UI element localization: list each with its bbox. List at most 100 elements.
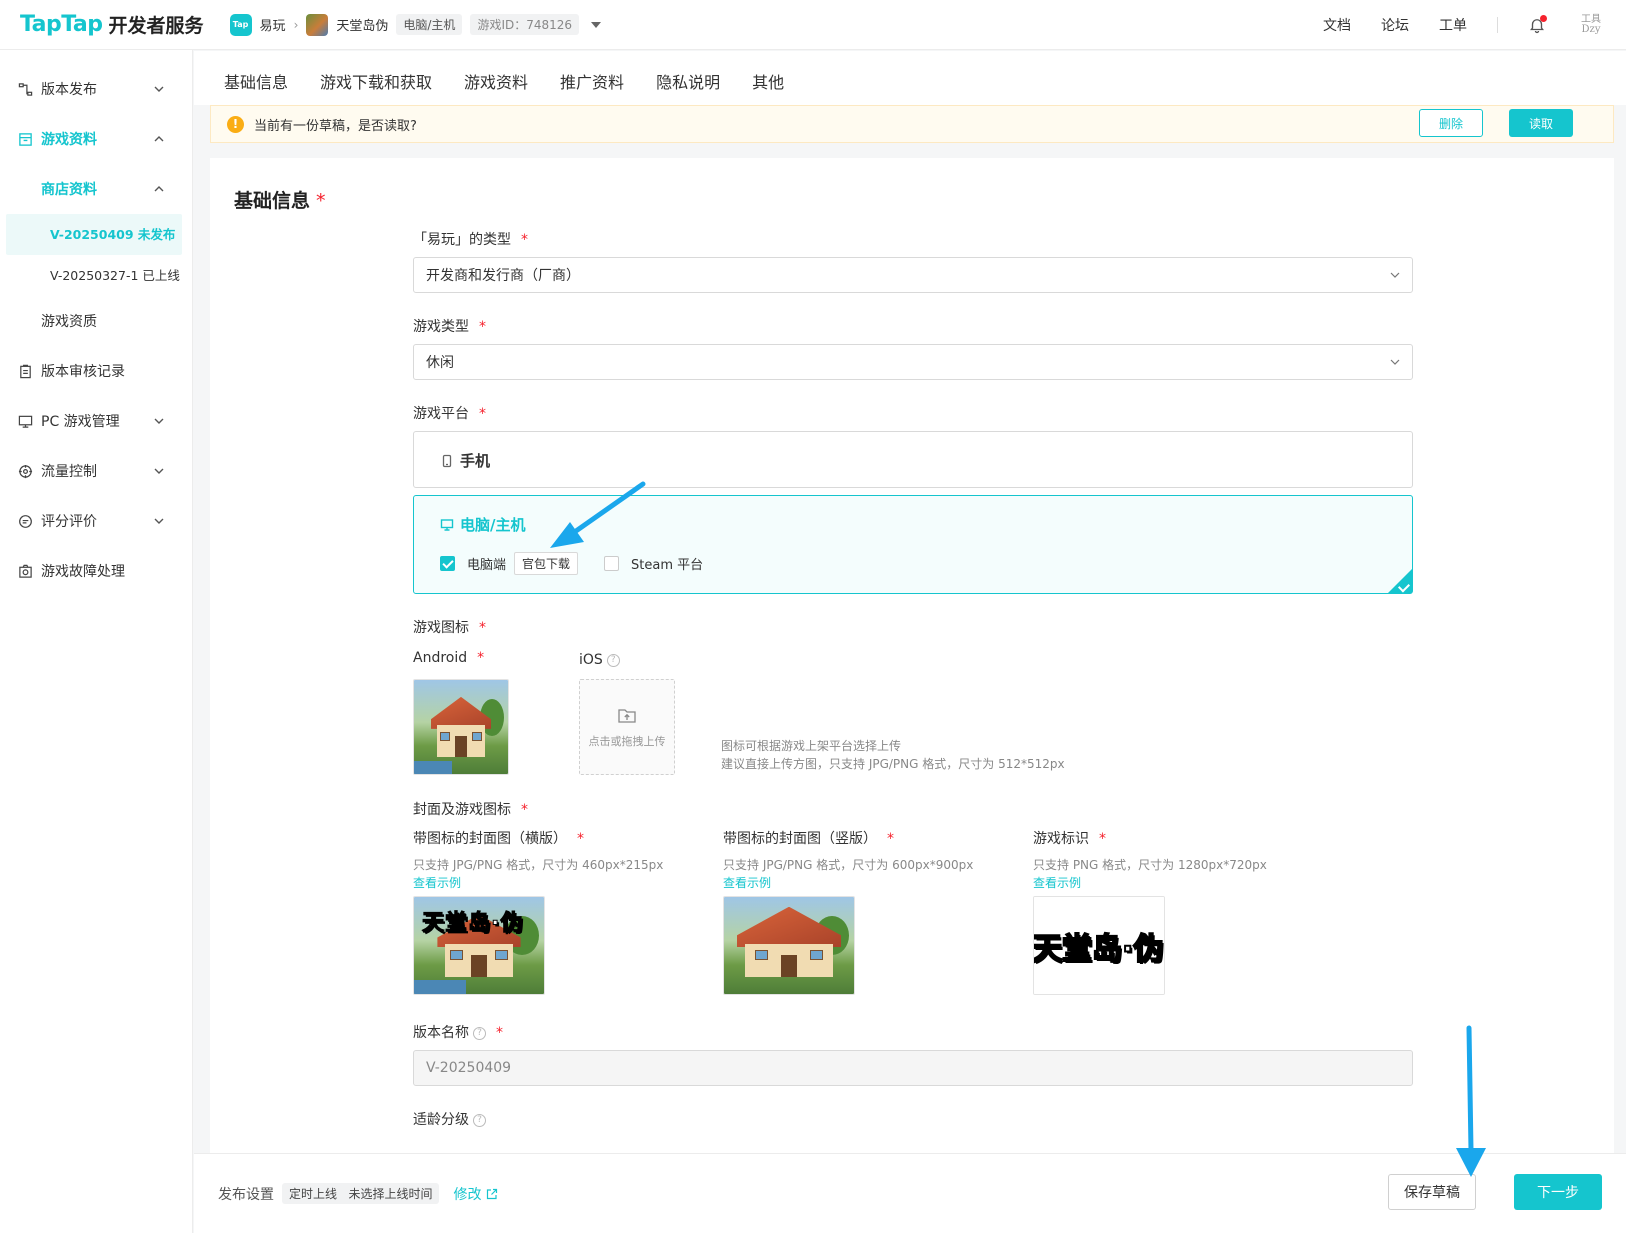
game-logo-hint: 只支持 PNG 格式，尺寸为 1280px*720px bbox=[1033, 858, 1267, 872]
help-icon[interactable]: ? bbox=[473, 1113, 486, 1127]
icon-hint-line-2: 建议直接上传方图，只支持 JPG/PNG 格式，尺寸为 512*512px bbox=[721, 757, 1065, 771]
ios-icon-upload[interactable]: 点击或拖拽上传 bbox=[579, 679, 675, 775]
game-thumbnail bbox=[306, 13, 329, 36]
official-download-tag: 官包下载 bbox=[514, 552, 579, 575]
sidebar-item-label: 版本发布 bbox=[41, 82, 97, 98]
forum-link[interactable]: 论坛 bbox=[1381, 15, 1409, 35]
sidebar-item-ratings[interactable]: 评分评价 bbox=[0, 496, 192, 546]
pc-client-checkbox[interactable] bbox=[440, 556, 455, 571]
game-logo-label: 游戏标识 * bbox=[1033, 831, 1106, 847]
sidebar-item-label: 流量控制 bbox=[41, 464, 97, 480]
tab-other[interactable]: 其他 bbox=[752, 69, 784, 105]
game-type-value: 休闲 bbox=[426, 355, 454, 371]
monitor-icon bbox=[440, 518, 454, 531]
house-artwork bbox=[414, 680, 508, 774]
sidebar-item-pc-management[interactable]: PC 游戏管理 bbox=[0, 396, 192, 446]
game-logo-artwork: 天堂岛·伪 bbox=[1034, 897, 1164, 994]
steam-checkbox[interactable] bbox=[604, 556, 620, 571]
icon-hint: 图标可根据游戏上架平台选择上传 建议直接上传方图，只支持 JPG/PNG 格式，… bbox=[721, 737, 1065, 773]
cover-vertical-example-link[interactable]: 查看示例 bbox=[723, 874, 771, 891]
sidebar-item-qualification[interactable]: 游戏资质 bbox=[0, 296, 192, 346]
game-id-tag: 游戏ID：748126 bbox=[470, 14, 580, 35]
header-divider bbox=[1497, 16, 1498, 33]
sidebar-item-label: 游戏资料 bbox=[41, 132, 97, 148]
cover-horizontal-label: 带图标的封面图（横版） * bbox=[413, 831, 584, 847]
next-step-button[interactable]: 下一步 bbox=[1514, 1174, 1602, 1210]
breadcrumb-brand[interactable]: 易玩 bbox=[260, 15, 286, 34]
cover-horizontal-example-link[interactable]: 查看示例 bbox=[413, 874, 461, 891]
platform-mobile-card[interactable]: 手机 bbox=[413, 431, 1413, 488]
yiwan-type-select[interactable]: 开发商和发行商（厂商） bbox=[413, 257, 1413, 293]
help-icon[interactable]: ? bbox=[606, 653, 620, 667]
tap-brand-icon: Tap bbox=[229, 13, 252, 36]
yiwan-type-value: 开发商和发行商（厂商） bbox=[426, 268, 580, 284]
game-switch-dropdown-icon[interactable] bbox=[591, 21, 602, 28]
notification-bell-icon[interactable] bbox=[1528, 14, 1547, 34]
steam-label: Steam 平台 bbox=[631, 558, 704, 573]
tab-game-info[interactable]: 游戏资料 bbox=[464, 69, 528, 105]
form-card: 基础信息 * 「易玩」的类型 * 开发商和发行商（厂商） 游戏类型 * 休闲 游戏平台… bbox=[210, 158, 1614, 1153]
android-icon-label: Android * bbox=[413, 650, 485, 666]
draft-message: 当前有一份草稿，是否读取? bbox=[254, 118, 417, 134]
publish-schedule-tag: 定时上线 未选择上线时间 bbox=[282, 1183, 440, 1204]
cover-title-text: 天堂岛·伪 bbox=[421, 911, 524, 937]
sidebar-item-game-info[interactable]: 游戏资料 bbox=[0, 114, 192, 164]
user-avatar[interactable]: 工具 Dzy bbox=[1576, 14, 1606, 35]
game-logo-image[interactable]: 天堂岛·伪 bbox=[1033, 896, 1165, 995]
branch-icon bbox=[18, 82, 33, 97]
house-artwork bbox=[724, 897, 854, 994]
cover-vertical-label: 带图标的封面图（竖版） * bbox=[723, 831, 894, 847]
platform-pc-head: 电脑/主机 bbox=[440, 514, 525, 535]
platform-label: 游戏平台 * bbox=[413, 406, 486, 422]
breadcrumb-game-name[interactable]: 天堂岛伪 bbox=[336, 15, 388, 34]
house-artwork: 天堂岛·伪 bbox=[414, 897, 544, 994]
taptap-logo[interactable]: TapTap bbox=[20, 12, 103, 37]
delete-draft-button[interactable]: 删除 bbox=[1419, 109, 1483, 137]
sidebar-item-release[interactable]: 版本发布 bbox=[0, 64, 192, 114]
cover-vertical-image[interactable] bbox=[723, 896, 855, 995]
icon-hint-line-1: 图标可根据游戏上架平台选择上传 bbox=[721, 739, 902, 753]
chevron-down-icon bbox=[1390, 272, 1400, 278]
section-title: 基础信息 * bbox=[234, 190, 326, 212]
sidebar-item-fault-handling[interactable]: 游戏故障处理 bbox=[0, 546, 192, 596]
sidebar-item-version-20250409[interactable]: V-20250409 未发布 bbox=[6, 214, 182, 255]
tab-basic-info[interactable]: 基础信息 bbox=[224, 69, 288, 105]
sidebar-item-label: 评分评价 bbox=[41, 514, 97, 530]
publish-settings-label: 发布设置 bbox=[218, 1186, 274, 1203]
platform-tag: 电脑/主机 bbox=[396, 14, 463, 35]
yiwan-type-label: 「易玩」的类型 * bbox=[413, 232, 528, 248]
game-type-select[interactable]: 休闲 bbox=[413, 344, 1413, 380]
chevron-down-icon bbox=[154, 518, 164, 524]
sidebar-item-review-records[interactable]: 版本审核记录 bbox=[0, 346, 192, 396]
upload-folder-icon bbox=[618, 709, 636, 723]
help-icon[interactable]: ? bbox=[473, 1026, 486, 1040]
ios-icon-label: iOS? bbox=[579, 652, 620, 668]
tab-privacy[interactable]: 隐私说明 bbox=[656, 69, 720, 105]
game-logo-text: 天堂岛·伪 bbox=[1034, 931, 1164, 968]
platform-mobile-label: 手机 bbox=[460, 452, 491, 470]
developer-service-title: 开发者服务 bbox=[108, 15, 204, 37]
sidebar-item-version-20250327[interactable]: V-20250327-1 已上线 bbox=[6, 255, 182, 296]
edit-publish-link[interactable]: 修改 bbox=[453, 1184, 498, 1204]
archive-icon bbox=[18, 132, 33, 147]
game-logo-example-link[interactable]: 查看示例 bbox=[1033, 874, 1081, 891]
cover-horizontal-image[interactable]: 天堂岛·伪 bbox=[413, 896, 545, 995]
docs-link[interactable]: 文档 bbox=[1323, 15, 1351, 35]
ticket-link[interactable]: 工单 bbox=[1439, 15, 1467, 35]
version-name-input[interactable]: V-20250409 bbox=[413, 1050, 1413, 1086]
read-draft-button[interactable]: 读取 bbox=[1509, 109, 1573, 137]
sidebar-item-label: 版本审核记录 bbox=[41, 364, 125, 380]
android-icon-image[interactable] bbox=[413, 679, 509, 775]
sidebar-item-store-info[interactable]: 商店资料 bbox=[0, 164, 192, 214]
tab-promotion[interactable]: 推广资料 bbox=[560, 69, 624, 105]
cover-horizontal-hint: 只支持 JPG/PNG 格式，尺寸为 460px*215px bbox=[413, 858, 664, 872]
tab-bar: 基础信息 游戏下载和获取 游戏资料 推广资料 隐私说明 其他 bbox=[194, 51, 1626, 105]
save-draft-button[interactable]: 保存草稿 bbox=[1388, 1174, 1476, 1210]
sidebar-item-traffic-control[interactable]: 流量控制 bbox=[0, 446, 192, 496]
chevron-down-icon bbox=[154, 468, 164, 474]
tab-download[interactable]: 游戏下载和获取 bbox=[320, 69, 432, 105]
version-name-value: V-20250409 bbox=[426, 1060, 512, 1076]
chevron-down-icon bbox=[154, 86, 164, 92]
pc-client-label: 电脑端 bbox=[467, 558, 507, 573]
platform-pc-card[interactable]: 电脑/主机 电脑端 官包下载 Steam 平台 bbox=[413, 495, 1413, 594]
